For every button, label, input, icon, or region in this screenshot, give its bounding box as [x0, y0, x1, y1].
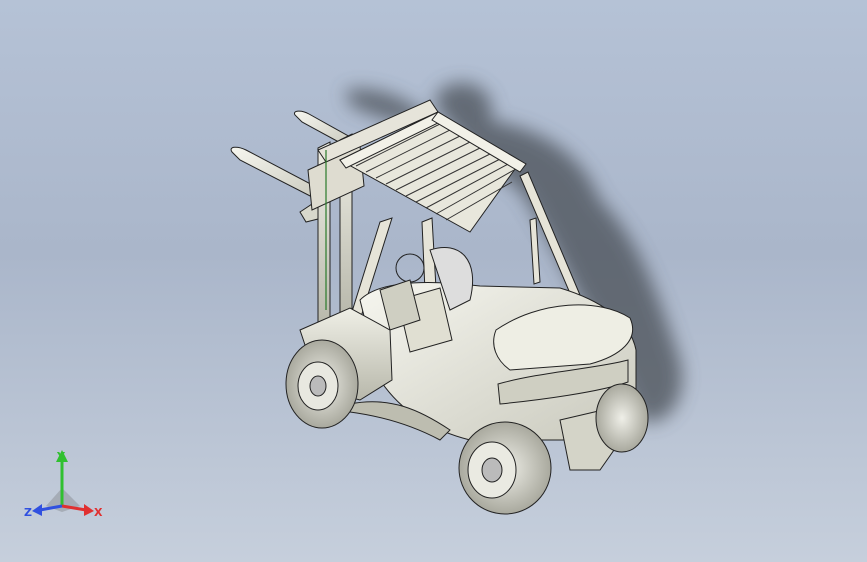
x-axis-label: X: [94, 506, 103, 519]
x-axis-arrow-icon: [84, 504, 94, 516]
z-axis-arrow-icon: [32, 504, 42, 516]
forklift-model[interactable]: [0, 0, 867, 562]
graphics-viewport[interactable]: Y X Z: [0, 0, 867, 562]
y-axis-label: Y: [56, 450, 66, 463]
coordinate-triad: Y X Z: [24, 450, 103, 519]
z-axis-label: Z: [24, 506, 32, 519]
front-wheel: [285, 339, 359, 429]
